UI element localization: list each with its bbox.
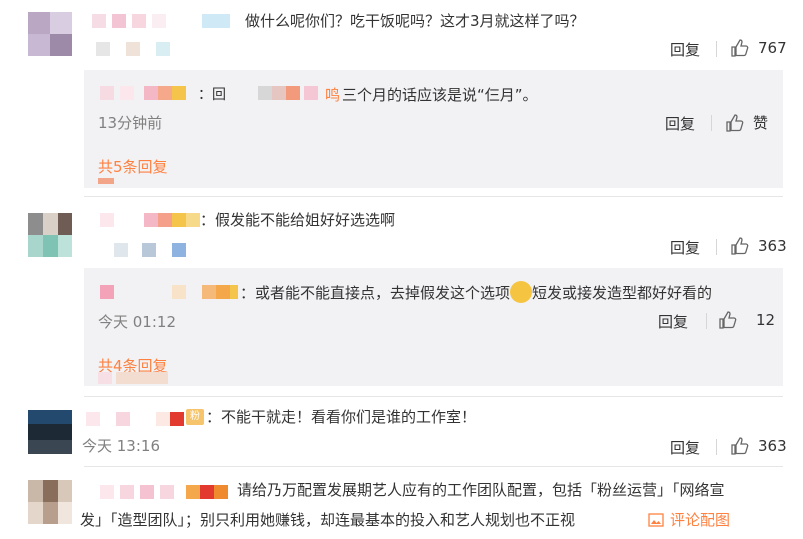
reply-text-part: 短发或接发造型都好好看的 bbox=[532, 284, 713, 302]
comment-divider bbox=[84, 466, 783, 467]
reply-prefix: ：回 bbox=[198, 87, 226, 103]
more-replies-link[interactable]: 共5条回复 bbox=[98, 156, 168, 177]
thumbs-up-icon bbox=[731, 437, 749, 455]
username-blurred[interactable] bbox=[92, 14, 242, 28]
fan-badge: 粉 bbox=[186, 409, 204, 425]
like-count: 12 bbox=[756, 311, 776, 329]
thumbs-up-icon bbox=[719, 311, 737, 329]
thumbs-up-icon bbox=[726, 113, 744, 132]
divider bbox=[716, 439, 717, 455]
like-button[interactable]: 12 bbox=[718, 310, 775, 330]
reply-timestamp: 13分钟前 bbox=[98, 114, 163, 132]
comment-timestamp: 今天 13:16 bbox=[82, 437, 160, 455]
avatar[interactable] bbox=[28, 12, 72, 56]
like-button[interactable]: 363 bbox=[730, 236, 787, 256]
divider bbox=[716, 41, 717, 57]
divider bbox=[711, 115, 712, 131]
like-label: 赞 bbox=[753, 114, 769, 132]
comment-divider bbox=[84, 196, 783, 197]
reply-text-part: ：或者能不能直接点，去掉假发这个选项 bbox=[240, 284, 511, 302]
comment-text: ：不能干就走！看看你们是谁的工作室！ bbox=[206, 408, 477, 426]
like-count: 363 bbox=[758, 437, 787, 455]
thumbs-up-icon bbox=[731, 39, 749, 57]
like-button[interactable]: 赞 bbox=[725, 112, 768, 133]
avatar[interactable] bbox=[28, 213, 72, 257]
comment-image-label: 评论配图 bbox=[670, 511, 731, 529]
badges-blurred bbox=[96, 42, 176, 56]
like-button[interactable]: 363 bbox=[730, 436, 787, 456]
reply-timestamp: 今天 01:12 bbox=[98, 313, 176, 331]
blur-mark bbox=[98, 178, 114, 184]
blur-mark bbox=[98, 372, 173, 384]
username-blurred[interactable] bbox=[100, 213, 210, 227]
comment-text: ：假发能不能给姐好好选选啊 bbox=[200, 211, 396, 229]
divider bbox=[716, 239, 717, 255]
thumbs-up-icon bbox=[731, 237, 749, 255]
avatar[interactable] bbox=[28, 480, 72, 524]
divider bbox=[706, 313, 707, 329]
comment-text-line-1: 请给乃万配置发展期艺人应有的工作团队配置，包括「粉丝运营」「网络宣 bbox=[237, 481, 725, 499]
like-count: 767 bbox=[758, 39, 787, 57]
image-icon bbox=[648, 512, 664, 527]
reply-text: ：或者能不能直接点，去掉假发这个选项 短发或接发造型都好好看的 bbox=[240, 280, 713, 305]
comment-text-line-2: 发」「造型团队」；别只利用她赚钱，却连最基本的投入和艺人规划也不正视 bbox=[80, 511, 576, 529]
comment-divider bbox=[84, 396, 783, 397]
comment-text: 做什么呢你们？吃干饭呢吗？这才3月就这样了吗？ bbox=[245, 12, 585, 30]
reply-button[interactable]: 回复 bbox=[670, 437, 700, 458]
avatar[interactable] bbox=[28, 410, 72, 454]
mentioned-user-name[interactable]: 鸣 bbox=[325, 84, 340, 105]
reply-button[interactable]: 回复 bbox=[658, 311, 688, 332]
reply-button[interactable]: 回复 bbox=[670, 39, 700, 60]
reply-button[interactable]: 回复 bbox=[665, 113, 695, 134]
badges-blurred bbox=[114, 243, 194, 257]
like-count: 363 bbox=[758, 237, 787, 255]
laughing-emoji-icon bbox=[510, 280, 533, 303]
mentioned-user-blurred[interactable] bbox=[240, 86, 330, 100]
comment-image-link[interactable]: 评论配图 bbox=[648, 509, 730, 530]
like-button[interactable]: 767 bbox=[730, 38, 787, 58]
reply-text: 三个月的话应该是说“仨月”。 bbox=[342, 86, 538, 104]
reply-button[interactable]: 回复 bbox=[670, 237, 700, 258]
username-blurred[interactable] bbox=[100, 485, 230, 499]
reply-username-blurred[interactable] bbox=[100, 285, 245, 299]
